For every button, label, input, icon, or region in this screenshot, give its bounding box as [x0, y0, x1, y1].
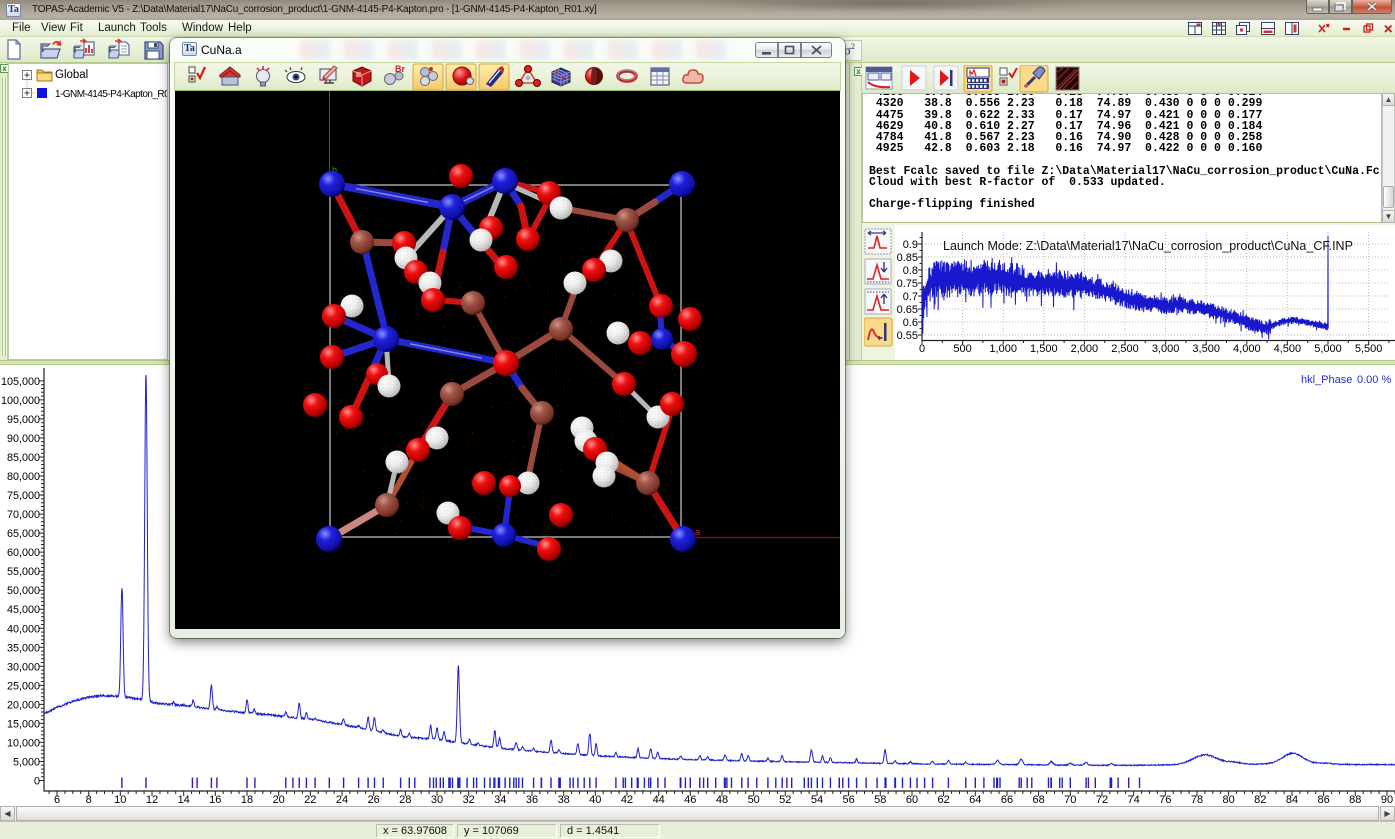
svg-text:76: 76	[1159, 794, 1171, 806]
svg-text:38: 38	[558, 794, 570, 806]
svg-text:5,500: 5,500	[1355, 343, 1383, 355]
svg-text:74: 74	[1127, 794, 1139, 806]
svg-text:hkl_Phase: hkl_Phase	[1301, 374, 1352, 386]
svg-text:88: 88	[1349, 794, 1361, 806]
svg-text:0.75: 0.75	[897, 278, 918, 290]
svg-text:16: 16	[209, 794, 221, 806]
svg-text:55,000: 55,000	[7, 566, 40, 578]
svg-text:500: 500	[953, 343, 971, 355]
svg-text:85,000: 85,000	[7, 452, 40, 464]
svg-text:26: 26	[368, 794, 380, 806]
svg-text:46: 46	[684, 794, 696, 806]
svg-text:80: 80	[1222, 794, 1234, 806]
svg-text:65,000: 65,000	[7, 528, 40, 540]
svg-text:35,000: 35,000	[7, 642, 40, 654]
svg-text:0.85: 0.85	[897, 252, 918, 264]
svg-text:6: 6	[54, 794, 60, 806]
svg-text:72: 72	[1096, 794, 1108, 806]
svg-text:56: 56	[842, 794, 854, 806]
svg-text:34: 34	[494, 794, 506, 806]
svg-text:0.55: 0.55	[897, 330, 918, 342]
svg-text:40: 40	[589, 794, 601, 806]
svg-text:0.65: 0.65	[897, 304, 918, 316]
svg-text:50: 50	[748, 794, 760, 806]
svg-text:0.6: 0.6	[903, 317, 918, 329]
svg-text:45,000: 45,000	[7, 604, 40, 616]
svg-text:a: a	[695, 527, 700, 537]
svg-text:42: 42	[621, 794, 633, 806]
svg-text:Br: Br	[395, 64, 405, 74]
svg-text:25,000: 25,000	[7, 680, 40, 692]
svg-text:68: 68	[1032, 794, 1044, 806]
svg-text:3,000: 3,000	[1152, 343, 1180, 355]
svg-text:12: 12	[146, 794, 158, 806]
svg-text:60,000: 60,000	[7, 547, 40, 559]
svg-text:24: 24	[336, 794, 348, 806]
svg-text:Global: Global	[55, 69, 88, 81]
svg-text:30: 30	[431, 794, 443, 806]
svg-text:32: 32	[463, 794, 475, 806]
svg-text:62: 62	[937, 794, 949, 806]
svg-text:100,000: 100,000	[1, 395, 40, 407]
svg-text:44: 44	[653, 794, 665, 806]
svg-text:95,000: 95,000	[7, 414, 40, 426]
svg-text:15,000: 15,000	[7, 718, 40, 730]
svg-text:4,500: 4,500	[1274, 343, 1302, 355]
svg-text:86: 86	[1317, 794, 1329, 806]
svg-text:58: 58	[874, 794, 886, 806]
svg-text:60: 60	[906, 794, 918, 806]
svg-text:40,000: 40,000	[7, 623, 40, 635]
svg-text:1-GNM-4145-P4-Kapton_R01.xy: 1-GNM-4145-P4-Kapton_R01.xy	[55, 89, 167, 100]
svg-text:78: 78	[1191, 794, 1203, 806]
svg-text:0.9: 0.9	[903, 239, 918, 251]
svg-text:0.8: 0.8	[903, 265, 918, 277]
svg-text:0.00 %: 0.00 %	[1357, 374, 1391, 386]
svg-text:80,000: 80,000	[7, 471, 40, 483]
svg-text:0: 0	[34, 776, 40, 788]
svg-text:90,000: 90,000	[7, 433, 40, 445]
svg-text:50,000: 50,000	[7, 585, 40, 597]
svg-text:5,000: 5,000	[13, 757, 40, 769]
svg-text:14: 14	[178, 794, 190, 806]
svg-text:0.7: 0.7	[903, 291, 918, 303]
svg-text:36: 36	[526, 794, 538, 806]
svg-text:28: 28	[399, 794, 411, 806]
svg-text:75,000: 75,000	[7, 490, 40, 502]
svg-text:1,500: 1,500	[1030, 343, 1058, 355]
svg-text:Launch Mode: Z:\Data\Material1: Launch Mode: Z:\Data\Material17\NaCu_cor…	[943, 239, 1353, 253]
svg-text:70: 70	[1064, 794, 1076, 806]
svg-text:0: 0	[919, 343, 925, 355]
svg-text:20,000: 20,000	[7, 699, 40, 711]
svg-text:105,000: 105,000	[1, 376, 40, 388]
svg-text:8: 8	[86, 794, 92, 806]
svg-text:70,000: 70,000	[7, 509, 40, 521]
svg-text:2,000: 2,000	[1071, 343, 1099, 355]
svg-text:1,000: 1,000	[989, 343, 1017, 355]
svg-text:82: 82	[1254, 794, 1266, 806]
svg-text:66: 66	[1001, 794, 1013, 806]
svg-text:84: 84	[1286, 794, 1298, 806]
svg-text:90: 90	[1381, 794, 1393, 806]
svg-text:54: 54	[811, 794, 823, 806]
svg-text:52: 52	[779, 794, 791, 806]
svg-text:18: 18	[241, 794, 253, 806]
svg-text:2,500: 2,500	[1111, 343, 1139, 355]
svg-text:64: 64	[969, 794, 981, 806]
svg-text:10,000: 10,000	[7, 737, 40, 749]
svg-text:48: 48	[716, 794, 728, 806]
svg-text:20: 20	[273, 794, 285, 806]
svg-text:22: 22	[304, 794, 316, 806]
svg-text:5,000: 5,000	[1314, 343, 1342, 355]
svg-text:10: 10	[114, 794, 126, 806]
svg-text:4,000: 4,000	[1233, 343, 1261, 355]
svg-text:30,000: 30,000	[7, 661, 40, 673]
svg-text:3,500: 3,500	[1192, 343, 1220, 355]
